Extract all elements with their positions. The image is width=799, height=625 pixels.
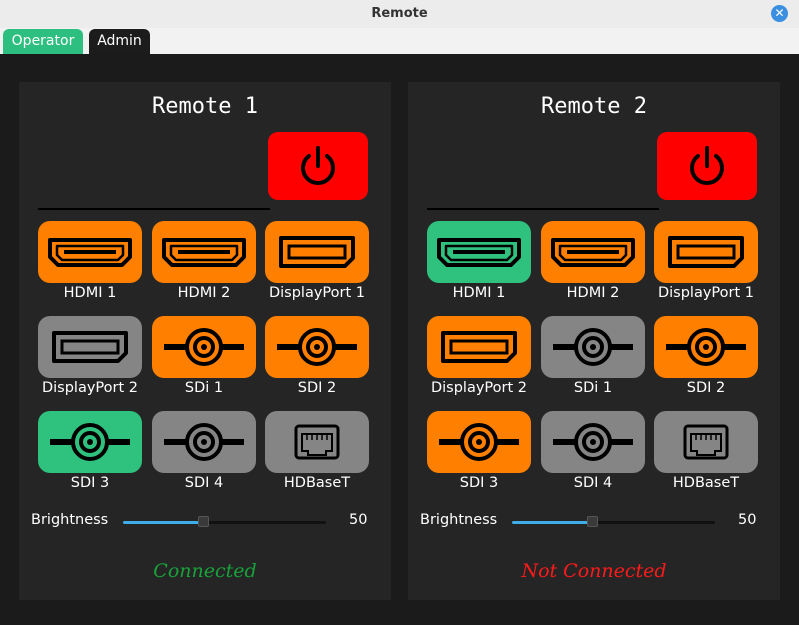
sdi-icon xyxy=(271,325,363,369)
divider xyxy=(38,208,270,210)
input-label: DisplayPort 1 xyxy=(657,285,755,301)
input-label: SDI 4 xyxy=(573,475,613,491)
hdmi-icon xyxy=(547,230,639,274)
input-button-hdmi-2[interactable] xyxy=(541,221,645,283)
hdmi-icon xyxy=(158,230,250,274)
input-label: HDMI 2 xyxy=(177,285,231,301)
input-label: HDBaseT xyxy=(283,475,351,491)
sdi-icon xyxy=(660,325,752,369)
input-label: HDBaseT xyxy=(672,475,740,491)
input-button-sdi-2[interactable] xyxy=(265,316,369,378)
power-icon xyxy=(690,146,724,185)
remote-1-panel: Remote 1 HDMI 1 HDMI 2 DisplayPort 1 Displa… xyxy=(19,82,391,600)
input-label: SDI 2 xyxy=(297,380,337,396)
sdi-icon xyxy=(158,420,250,464)
slider-handle[interactable] xyxy=(587,516,598,527)
brightness-label: Brightness xyxy=(31,512,109,528)
app-window: Remote ✕ Operator Admin Remote 1 HDMI 1 H… xyxy=(0,0,799,625)
input-label: DisplayPort 1 xyxy=(268,285,366,301)
input-button-displayport-1[interactable] xyxy=(265,221,369,283)
slider-fill xyxy=(123,521,202,524)
input-button-hdbaset[interactable] xyxy=(265,411,369,473)
sdi-icon xyxy=(547,420,639,464)
input-button-hdmi-2[interactable] xyxy=(152,221,256,283)
input-label: HDMI 2 xyxy=(566,285,620,301)
panel-title: Remote 2 xyxy=(541,94,647,119)
connection-status: Connected xyxy=(153,560,257,582)
power-button[interactable] xyxy=(268,132,368,200)
tab-bar: Operator Admin xyxy=(0,28,799,54)
power-button[interactable] xyxy=(657,132,757,200)
displayport-icon xyxy=(433,325,525,369)
remote-2-panel: Remote 2 HDMI 1 HDMI 2 DisplayPort 1 Displa… xyxy=(408,82,780,600)
input-label: DisplayPort 2 xyxy=(41,380,139,396)
input-label: SDI 3 xyxy=(459,475,499,491)
tab-operator[interactable]: Operator xyxy=(3,29,83,54)
input-label: HDMI 1 xyxy=(452,285,506,301)
input-button-sdi-3[interactable] xyxy=(38,411,142,473)
hdmi-icon xyxy=(44,230,136,274)
brightness-slider[interactable] xyxy=(512,516,715,527)
slider-fill xyxy=(512,521,591,524)
sdi-icon xyxy=(547,325,639,369)
input-button-displayport-1[interactable] xyxy=(654,221,758,283)
tab-admin[interactable]: Admin xyxy=(89,29,150,54)
slider-handle[interactable] xyxy=(198,516,209,527)
input-label: SDI 4 xyxy=(184,475,224,491)
input-button-displayport-2[interactable] xyxy=(427,316,531,378)
input-button-hdmi-1[interactable] xyxy=(38,221,142,283)
input-label: SDi 1 xyxy=(184,380,224,396)
brightness-value: 50 xyxy=(349,512,368,528)
power-icon xyxy=(301,146,335,185)
hdmi-icon xyxy=(433,230,525,274)
input-label: HDMI 1 xyxy=(63,285,117,301)
input-button-sdi-1[interactable] xyxy=(541,316,645,378)
brightness-value: 50 xyxy=(738,512,757,528)
input-button-sdi-1[interactable] xyxy=(152,316,256,378)
input-button-sdi-4[interactable] xyxy=(152,411,256,473)
input-button-hdbaset[interactable] xyxy=(654,411,758,473)
input-button-displayport-2[interactable] xyxy=(38,316,142,378)
displayport-icon xyxy=(44,325,136,369)
input-label: SDI 3 xyxy=(70,475,110,491)
displayport-icon xyxy=(660,230,752,274)
connection-status: Not Connected xyxy=(521,560,667,582)
sdi-icon xyxy=(44,420,136,464)
sdi-icon xyxy=(433,420,525,464)
input-label: SDI 2 xyxy=(686,380,726,396)
brightness-label: Brightness xyxy=(420,512,498,528)
divider xyxy=(427,208,659,210)
input-button-sdi-3[interactable] xyxy=(427,411,531,473)
input-label: DisplayPort 2 xyxy=(430,380,528,396)
brightness-slider[interactable] xyxy=(123,516,326,527)
ethernet-icon xyxy=(271,420,363,464)
input-label: SDi 1 xyxy=(573,380,613,396)
panel-title: Remote 1 xyxy=(152,94,258,119)
ethernet-icon xyxy=(660,420,752,464)
window-title: Remote xyxy=(371,6,428,21)
input-button-hdmi-1[interactable] xyxy=(427,221,531,283)
displayport-icon xyxy=(271,230,363,274)
input-button-sdi-2[interactable] xyxy=(654,316,758,378)
title-bar: Remote ✕ xyxy=(0,0,799,29)
close-icon[interactable]: ✕ xyxy=(771,5,788,22)
sdi-icon xyxy=(158,325,250,369)
input-button-sdi-4[interactable] xyxy=(541,411,645,473)
